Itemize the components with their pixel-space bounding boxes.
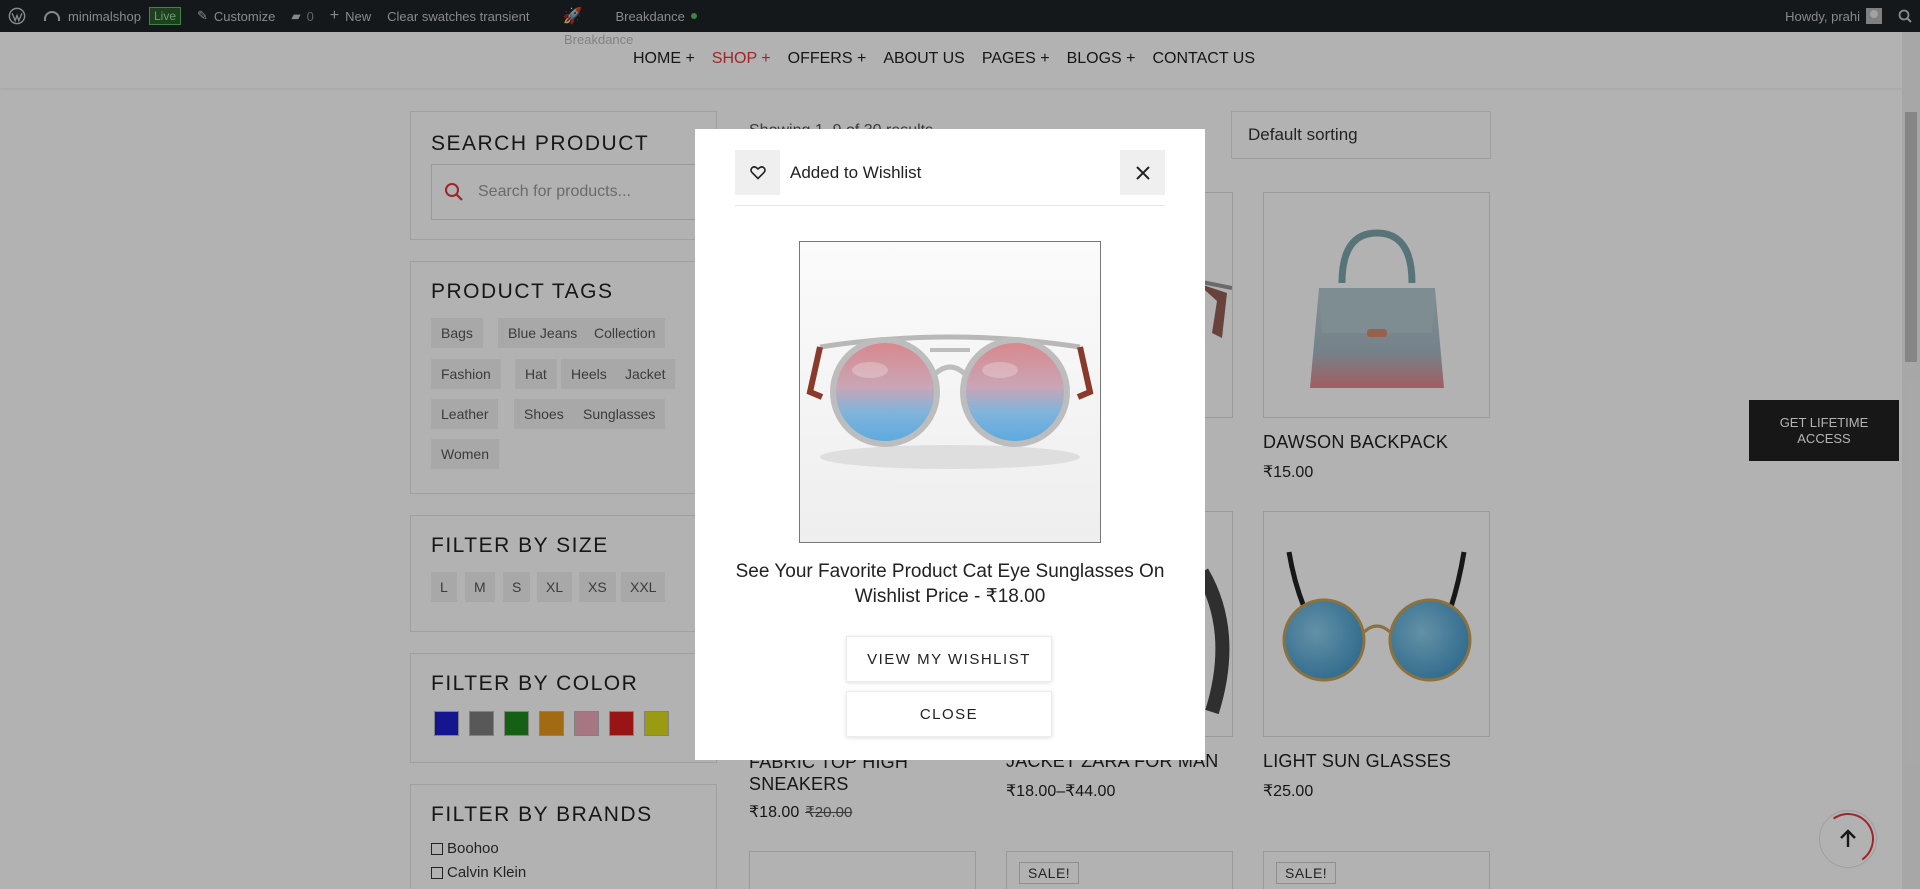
wishlist-product-image xyxy=(799,241,1101,543)
modal-header: Added to Wishlist xyxy=(735,150,1165,206)
heart-icon xyxy=(735,150,780,195)
close-button[interactable]: CLOSE xyxy=(846,691,1052,737)
modal-title: Added to Wishlist xyxy=(790,163,922,182)
wishlist-modal: Added to Wishlist See Your Favorite Prod… xyxy=(695,129,1205,760)
view-my-wishlist-button[interactable]: VIEW MY WISHLIST xyxy=(846,636,1052,682)
cat-eye-sunglasses-image xyxy=(806,334,1094,469)
close-icon[interactable] xyxy=(1120,150,1165,195)
wishlist-message: See Your Favorite Product Cat Eye Sungla… xyxy=(735,561,1165,607)
